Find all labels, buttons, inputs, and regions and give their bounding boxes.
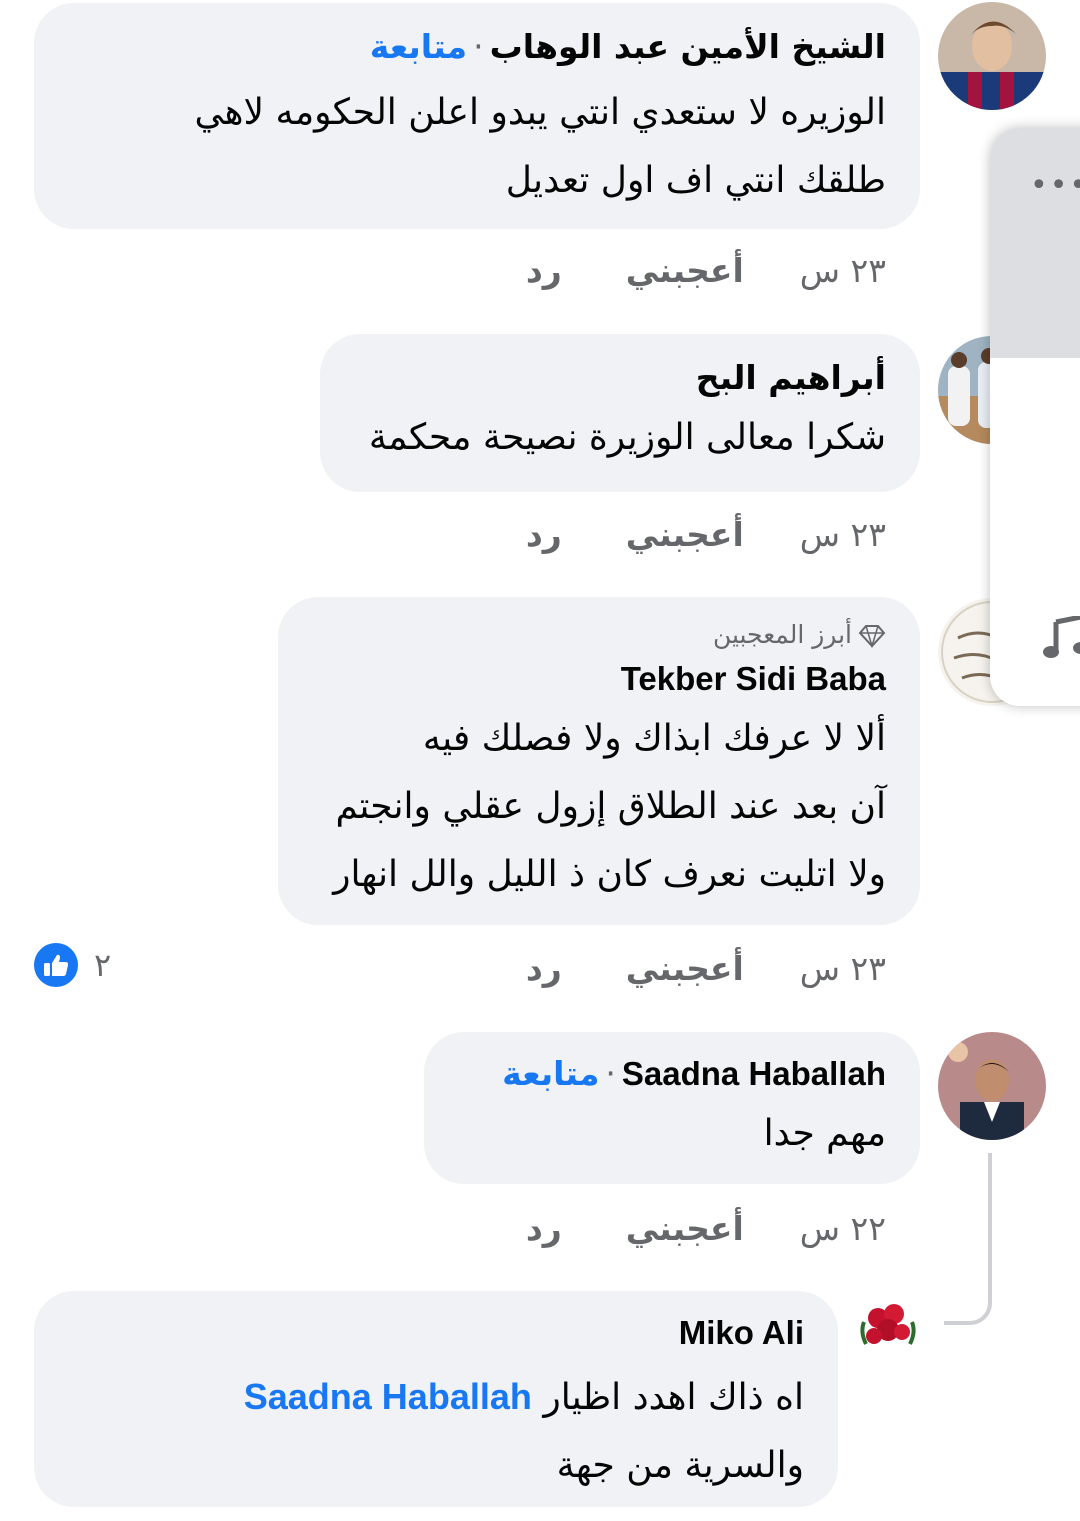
like-button[interactable]: أعجبني (626, 1204, 744, 1254)
comment-header: أبراهيم البح (350, 356, 886, 400)
comment-bubble-2[interactable]: أبراهيم البح شكرا معالى الوزيرة نصيحة مح… (320, 334, 920, 492)
like-button[interactable]: أعجبني (626, 246, 744, 296)
like-button[interactable]: أعجبني (626, 510, 744, 560)
follow-button[interactable]: متابعة (502, 1054, 599, 1093)
author-name[interactable]: أبراهيم البح (696, 358, 886, 397)
comment-bubble-1[interactable]: الشيخ الأمين عبد الوهاب·متابعة الوزيره ل… (34, 3, 920, 229)
reply-button[interactable]: رد (526, 944, 562, 994)
like-button[interactable]: أعجبني (626, 944, 744, 994)
comment-line: مهم جدا (763, 1113, 886, 1154)
timestamp: ٢٣ س (799, 515, 886, 554)
panel-preview (990, 128, 1080, 358)
avatar-photo-icon (938, 2, 1046, 110)
reply-button[interactable]: رد (526, 510, 562, 560)
comment-bubble-4[interactable]: Saadna Haballah·متابعة مهم جدا (424, 1032, 920, 1184)
reply-bubble[interactable]: Miko Ali اه ذاك اهدد اظيار Saadna Haball… (34, 1291, 838, 1507)
avatar-comment-4[interactable] (938, 1032, 1046, 1140)
comment-actions-2: ٢٣ س أعجبني رد (526, 510, 886, 560)
reaction-summary[interactable]: ٢ (34, 942, 111, 988)
comment-header: Saadna Haballah·متابعة (454, 1052, 886, 1096)
mention-link[interactable]: Saadna Haballah (244, 1376, 532, 1417)
timestamp: ٢٣ س (799, 949, 886, 988)
reaction-count: ٢ (94, 946, 112, 984)
reply-button[interactable]: رد (526, 246, 562, 296)
comment-actions-1: ٢٣ س أعجبني رد (526, 246, 886, 296)
reply-text: اه ذاك اهدد اظيار (543, 1377, 804, 1418)
comment-actions-3: ٢٣ س أعجبني رد (526, 944, 886, 994)
comment-line: ألا لا عرفك ابذاك ولا فصلك فيه (422, 718, 886, 759)
reply-button[interactable]: رد (526, 1204, 562, 1254)
top-fan-badge: أبرز المعجبين (308, 617, 886, 653)
floating-side-panel[interactable]: ••• (990, 128, 1080, 706)
comment-line: آن بعد عند الطلاق إزول عقلي وانجتم (335, 786, 886, 827)
comment-line: الوزيره لا ستعدي انتي يبدو اعلن الحكومه … (194, 92, 886, 133)
author-name[interactable]: Miko Ali (64, 1311, 804, 1355)
author-name[interactable]: Tekber Sidi Baba (308, 657, 886, 701)
author-name[interactable]: Saadna Haballah (622, 1055, 886, 1092)
comment-line: ولا اتليت نعرف كان ذ الليل والل انهار (333, 854, 886, 895)
avatar-photo-icon (938, 1032, 1046, 1140)
thumbs-up-icon (34, 943, 78, 987)
music-note-icon[interactable] (1042, 616, 1080, 660)
diamond-icon (858, 625, 886, 649)
follow-button[interactable]: متابعة (370, 27, 467, 66)
comments-page: الشيخ الأمين عبد الوهاب·متابعة الوزيره ل… (0, 0, 1080, 1521)
comment-line: طلقك انتي اف اول تعديل (505, 160, 886, 201)
more-dots-icon[interactable]: ••• (1030, 168, 1080, 203)
separator-dot: · (473, 27, 484, 66)
comment-header: الشيخ الأمين عبد الوهاب·متابعة (64, 25, 886, 69)
timestamp: ٢٣ س (799, 251, 886, 290)
separator-dot: · (605, 1054, 616, 1093)
avatar-comment-1[interactable] (938, 2, 1046, 110)
reply-line-1: اه ذاك اهدد اظيار Saadna Haballah (64, 1363, 804, 1432)
reply-line-2: والسرية من جهة (556, 1445, 804, 1486)
reply-thread-line (944, 1153, 992, 1325)
badge-label: أبرز المعجبين (712, 620, 852, 649)
avatar-reply[interactable] (854, 1292, 922, 1360)
author-name[interactable]: الشيخ الأمين عبد الوهاب (490, 27, 886, 66)
comment-actions-4: ٢٢ س أعجبني رد (526, 1204, 886, 1254)
timestamp: ٢٢ س (799, 1209, 886, 1248)
comment-bubble-3[interactable]: أبرز المعجبين Tekber Sidi Baba ألا لا عر… (278, 597, 920, 925)
roses-avatar-icon (854, 1292, 922, 1360)
comment-line: شكرا معالى الوزيرة نصيحة محكمة (368, 417, 886, 458)
